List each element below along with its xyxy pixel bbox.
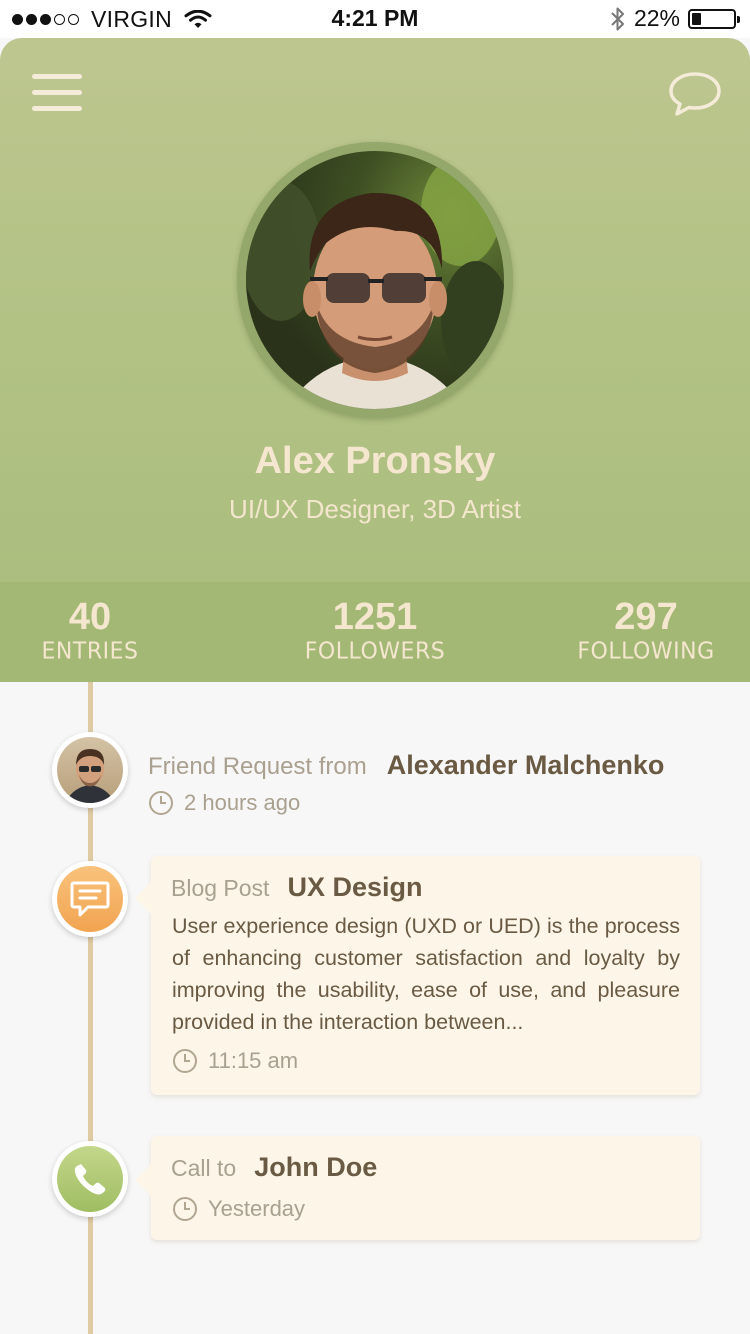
profile-avatar-ring: [237, 142, 513, 418]
stat-label: FOLLOWING: [577, 638, 715, 665]
friend-portrait-icon: [65, 749, 115, 803]
blog-post-node: [52, 861, 128, 937]
phone-icon: [74, 1164, 106, 1195]
friend-request-prefix: Friend Request from: [148, 753, 367, 780]
friend-request-text: Friend Request from Alexander Malchenko: [148, 750, 664, 781]
call-header: Call to John Doe: [171, 1152, 377, 1183]
avatar-portrait-icon: [246, 156, 504, 409]
blog-post-header: Blog Post UX Design: [171, 872, 422, 903]
message-icon: [70, 881, 110, 917]
call-prefix: Call to: [171, 1155, 237, 1181]
call-node: [52, 1141, 128, 1217]
status-bar: VIRGIN 4:21 PM 22%: [0, 0, 750, 38]
hamburger-menu-icon[interactable]: [32, 72, 82, 112]
stat-value: 1251: [332, 596, 418, 638]
battery-fill: [692, 12, 701, 25]
profile-avatar[interactable]: [246, 151, 504, 409]
stat-value: 40: [68, 596, 112, 638]
stat-value: 297: [614, 596, 678, 638]
call-time-text: Yesterday: [208, 1196, 306, 1221]
stat-label: ENTRIES: [41, 638, 139, 665]
call-card[interactable]: Call to John Doe Yesterday: [135, 1136, 700, 1240]
bluetooth-icon: [611, 7, 624, 30]
profile-header: Alex Pronsky UI/UX Designer, 3D Artist 4…: [0, 38, 750, 682]
call-node-inner: [57, 1146, 123, 1212]
stat-followers[interactable]: 1251 FOLLOWERS: [275, 596, 475, 666]
stat-label: FOLLOWERS: [304, 638, 446, 665]
friend-request-time-text: 2 hours ago: [184, 790, 301, 815]
clock-icon: [149, 791, 173, 815]
blog-post-node-inner: [57, 866, 123, 932]
stat-following[interactable]: 297 FOLLOWING: [546, 596, 746, 666]
battery-icon: [688, 8, 740, 29]
blog-post-time: 11:15 am: [172, 1048, 298, 1074]
profile-role: UI/UX Designer, 3D Artist: [229, 494, 521, 524]
blog-post-title[interactable]: UX Design: [287, 872, 422, 903]
blog-post-excerpt: User experience design (UXD or UED) is t…: [172, 914, 680, 1034]
blog-post-prefix: Blog Post: [171, 875, 270, 901]
call-time: Yesterday: [172, 1196, 305, 1222]
profile-stats-bar: 40 ENTRIES 1251 FOLLOWERS 297 FOLLOWING: [0, 582, 750, 682]
friend-avatar-image: [57, 737, 123, 803]
battery-percent: 22%: [633, 5, 680, 31]
call-contact-name[interactable]: John Doe: [254, 1152, 377, 1183]
friend-request-time: 2 hours ago: [148, 790, 300, 816]
blog-post-card[interactable]: Blog Post UX Design User experience desi…: [135, 856, 700, 1095]
blog-post-time-text: 11:15 am: [208, 1048, 299, 1073]
friend-request-name[interactable]: Alexander Malchenko: [387, 750, 665, 781]
clock-icon: [173, 1049, 197, 1073]
clock-icon: [173, 1197, 197, 1221]
status-right: 22%: [610, 5, 740, 32]
chat-bubble-icon[interactable]: [668, 70, 722, 118]
friend-avatar[interactable]: [52, 732, 128, 808]
profile-name: Alex Pronsky: [254, 440, 496, 482]
stat-entries[interactable]: 40 ENTRIES: [0, 596, 190, 666]
